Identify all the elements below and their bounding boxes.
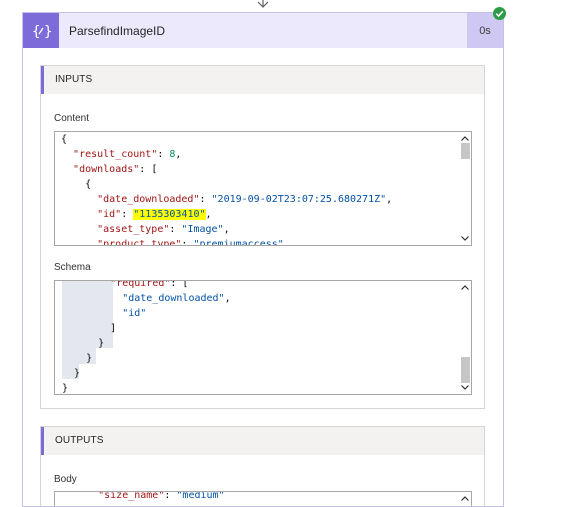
svg-text:}: } bbox=[44, 24, 51, 40]
code-line: } bbox=[62, 368, 81, 379]
code-line: "size_name": "medium" bbox=[98, 491, 225, 501]
svg-text:{: { bbox=[32, 24, 40, 40]
code-line: { bbox=[61, 134, 68, 145]
body-code: "size_name": "medium" bbox=[62, 491, 225, 503]
code-line: "required": [ bbox=[110, 280, 189, 289]
code-line: "id" bbox=[122, 308, 147, 319]
body-label: Body bbox=[54, 474, 77, 485]
code-line: "result_count": 8, bbox=[73, 149, 182, 160]
content-scrollbar[interactable] bbox=[458, 132, 471, 245]
code-line: "product_type": "premiumaccess" bbox=[97, 239, 284, 246]
parse-json-icon: { } bbox=[23, 13, 59, 48]
code-line: } bbox=[62, 338, 105, 349]
connector-arrow-icon bbox=[257, 0, 269, 8]
scroll-up-icon[interactable] bbox=[459, 282, 470, 293]
success-check-icon bbox=[493, 7, 506, 20]
code-line: "date_downloaded", bbox=[122, 293, 231, 304]
schema-label: Schema bbox=[54, 262, 91, 273]
code-line: } bbox=[62, 353, 93, 364]
schema-code-box[interactable]: "required": [ "date_downloaded", "id" ] … bbox=[54, 280, 472, 395]
code-line: "downloads": [ bbox=[73, 164, 158, 175]
body-scrollbar[interactable] bbox=[458, 492, 471, 506]
action-header[interactable]: { } ParsefindImageID 0s bbox=[23, 13, 503, 48]
code-line: ] bbox=[62, 323, 117, 334]
action-card: { } ParsefindImageID 0s INPUTS Content {… bbox=[22, 12, 504, 507]
scroll-thumb[interactable] bbox=[461, 357, 470, 383]
code-line: "date_downloaded": "2019-09-02T23:07:25.… bbox=[97, 194, 393, 205]
code-line: "asset_type": "Image", bbox=[97, 224, 230, 235]
code-line: "id": "1135303410", bbox=[97, 209, 212, 220]
code-line: } bbox=[62, 383, 69, 394]
inputs-section: INPUTS Content { "result_count": 8, "dow… bbox=[40, 65, 485, 409]
scroll-up-icon[interactable] bbox=[459, 493, 470, 504]
outputs-section: OUTPUTS Body "size_name": "medium" bbox=[40, 426, 485, 506]
schema-scrollbar[interactable] bbox=[458, 281, 471, 394]
scroll-down-icon[interactable] bbox=[459, 233, 470, 244]
content-code: { "result_count": 8, "downloads": [ { "d… bbox=[61, 132, 393, 246]
scroll-down-icon[interactable] bbox=[459, 382, 470, 393]
content-label: Content bbox=[54, 113, 90, 124]
body-code-box[interactable]: "size_name": "medium" bbox=[54, 491, 472, 506]
content-code-box[interactable]: { "result_count": 8, "downloads": [ { "d… bbox=[54, 131, 472, 246]
highlighted-id-value: "1135303410" bbox=[133, 209, 206, 220]
code-line: { bbox=[61, 179, 92, 190]
outputs-header[interactable]: OUTPUTS bbox=[41, 427, 484, 455]
action-title: ParsefindImageID bbox=[69, 24, 166, 38]
inputs-header[interactable]: INPUTS bbox=[41, 66, 484, 94]
scroll-thumb[interactable] bbox=[461, 143, 470, 159]
schema-code: "required": [ "date_downloaded", "id" ] … bbox=[62, 280, 231, 394]
